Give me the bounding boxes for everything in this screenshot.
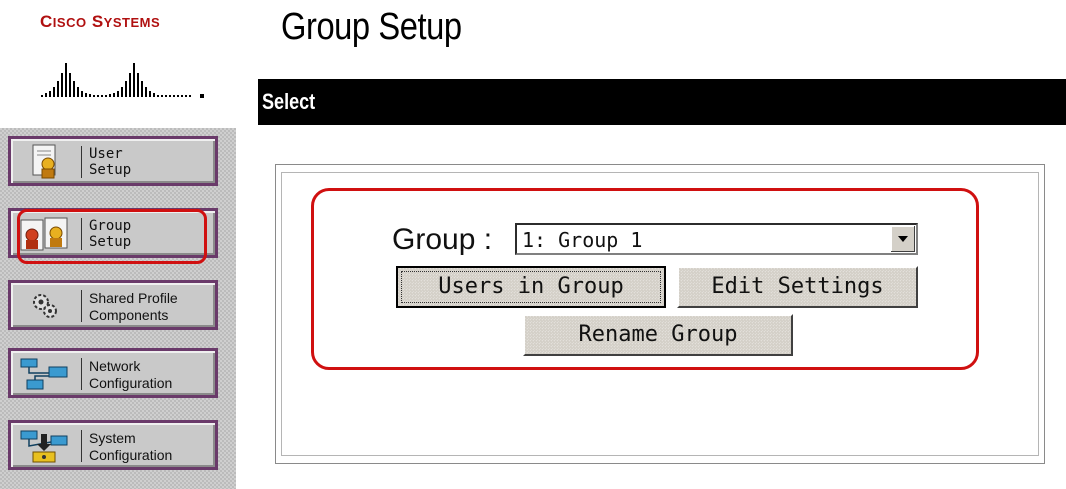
nav-network-configuration-button[interactable]: Network Configuration bbox=[8, 348, 218, 398]
users-in-group-button[interactable]: Users in Group bbox=[396, 266, 666, 308]
shared-profile-icon bbox=[33, 294, 57, 318]
brand-name: CISCO SYSTEMS bbox=[40, 12, 161, 31]
chevron-down-icon bbox=[898, 236, 908, 242]
dropdown-arrow-button[interactable] bbox=[890, 226, 915, 252]
nav-separator bbox=[81, 430, 82, 462]
section-title: Select bbox=[262, 89, 316, 114]
edit-settings-button[interactable]: Edit Settings bbox=[677, 266, 918, 308]
nav-label: User Setup bbox=[89, 146, 132, 178]
user-setup-icon bbox=[32, 144, 56, 179]
cisco-bridge-icon bbox=[41, 63, 204, 98]
section-header-bar: Select bbox=[258, 79, 1066, 125]
network-config-icon bbox=[20, 358, 68, 390]
rename-group-button[interactable]: Rename Group bbox=[523, 314, 793, 356]
cisco-logo: CISCO SYSTEMS bbox=[40, 8, 210, 98]
group-setup-highlight bbox=[17, 209, 207, 264]
nav-label: Shared Profile Components bbox=[89, 290, 178, 323]
nav-shared-profile-components-button[interactable]: Shared Profile Components bbox=[8, 280, 218, 330]
nav-user-setup-button[interactable]: User Setup bbox=[8, 136, 218, 186]
page-title: Group Setup bbox=[281, 6, 462, 48]
nav-separator bbox=[81, 358, 82, 390]
system-config-icon bbox=[20, 430, 68, 463]
group-select[interactable]: 1: Group 1 bbox=[515, 223, 918, 255]
nav-separator bbox=[81, 290, 82, 322]
nav-label: Network Configuration bbox=[89, 358, 173, 391]
group-label: Group : bbox=[392, 223, 493, 256]
group-select-value: 1: Group 1 bbox=[522, 228, 643, 252]
nav-system-configuration-button[interactable]: System Configuration bbox=[8, 420, 218, 470]
nav-separator bbox=[81, 146, 82, 178]
sidebar-nav: User Setup Group Setup Shared Profile Co… bbox=[0, 128, 236, 489]
nav-label: System Configuration bbox=[89, 430, 173, 463]
